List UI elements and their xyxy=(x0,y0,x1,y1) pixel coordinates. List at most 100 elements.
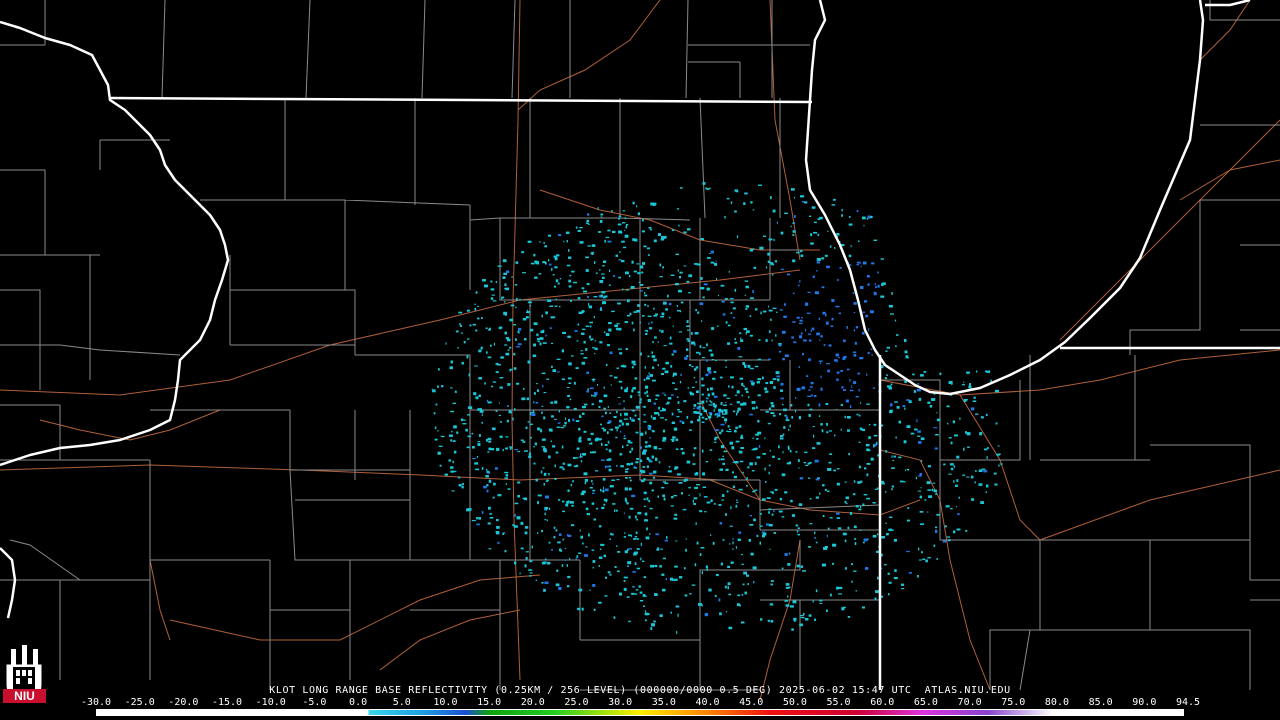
echo-pixel xyxy=(566,501,570,504)
echo-pixel xyxy=(836,371,840,374)
echo-pixel xyxy=(950,508,953,510)
echo-pixel xyxy=(651,623,655,627)
echo-pixel xyxy=(467,338,470,340)
echo-pixel xyxy=(478,377,482,380)
echo-pixel xyxy=(691,341,695,345)
echo-pixel xyxy=(810,382,814,385)
echo-pixel xyxy=(850,244,852,248)
echo-pixel xyxy=(643,605,645,607)
echo-pixel xyxy=(838,593,842,595)
echo-pixel xyxy=(522,497,526,499)
echo-pixel xyxy=(697,402,701,405)
echo-pixel xyxy=(512,417,514,421)
echo-pixel xyxy=(752,209,755,211)
echo-pixel xyxy=(639,591,643,594)
echo-pixel xyxy=(581,332,585,335)
echo-pixel xyxy=(886,374,888,376)
echo-pixel xyxy=(647,375,650,378)
echo-pixel xyxy=(762,453,766,455)
echo-pixel xyxy=(646,465,649,468)
echo-pixel xyxy=(770,580,774,582)
echo-pixel xyxy=(834,359,838,362)
echo-pixel xyxy=(729,543,731,545)
echo-pixel xyxy=(620,430,622,433)
echo-pixel xyxy=(881,283,884,286)
echo-pixel xyxy=(607,440,610,443)
echo-pixel xyxy=(468,373,470,377)
echo-pixel xyxy=(643,449,647,452)
echo-pixel xyxy=(559,305,561,308)
echo-pixel xyxy=(496,526,500,529)
echo-pixel xyxy=(594,261,596,264)
echo-pixel xyxy=(686,460,691,464)
echo-pixel xyxy=(633,311,637,313)
echo-pixel xyxy=(725,611,728,613)
echo-pixel xyxy=(855,396,859,398)
echo-pixel xyxy=(842,357,846,360)
echo-pixel xyxy=(599,280,604,283)
echo-pixel xyxy=(695,381,698,383)
echo-pixel xyxy=(665,361,669,364)
echo-pixel xyxy=(612,503,616,505)
echo-pixel xyxy=(502,532,504,535)
echo-pixel xyxy=(608,458,612,461)
echo-pixel xyxy=(772,307,777,309)
echo-pixel xyxy=(652,476,655,479)
echo-pixel xyxy=(625,422,629,426)
echo-pixel xyxy=(760,618,763,621)
echo-pixel xyxy=(832,543,837,547)
echo-pixel xyxy=(788,461,791,465)
echo-pixel xyxy=(608,443,610,445)
echo-pixel xyxy=(459,323,461,326)
echo-pixel xyxy=(664,394,667,396)
echo-pixel xyxy=(463,341,466,344)
echo-pixel xyxy=(770,412,775,414)
echo-pixel xyxy=(778,344,782,347)
echo-pixel xyxy=(677,401,680,404)
echo-pixel xyxy=(715,360,717,362)
echo-pixel xyxy=(637,538,639,540)
echo-pixel xyxy=(599,220,603,223)
echo-pixel xyxy=(499,421,503,423)
echo-pixel xyxy=(861,428,866,431)
echo-pixel xyxy=(599,438,602,441)
echo-pixel xyxy=(732,317,736,319)
echo-pixel xyxy=(997,445,1000,447)
echo-pixel xyxy=(826,431,829,434)
echo-pixel xyxy=(591,549,595,551)
echo-pixel xyxy=(589,443,592,445)
radar-map[interactable] xyxy=(0,0,1280,720)
echo-pixel xyxy=(636,518,638,521)
echo-pixel xyxy=(780,382,784,386)
echo-pixel xyxy=(793,341,797,343)
echo-pixel xyxy=(665,403,669,405)
echo-pixel xyxy=(789,450,792,453)
echo-pixel xyxy=(546,519,548,522)
echo-pixel xyxy=(626,502,629,505)
scale-tick-label: 5.0 xyxy=(392,697,411,708)
echo-pixel xyxy=(534,260,538,263)
reflectivity-colorbar xyxy=(96,709,1184,716)
echo-pixel xyxy=(551,342,553,344)
echo-pixel xyxy=(768,305,769,308)
echo-pixel xyxy=(577,607,581,611)
echo-pixel xyxy=(561,349,564,353)
echo-pixel xyxy=(525,316,529,319)
echo-pixel xyxy=(549,305,553,307)
echo-pixel xyxy=(585,256,589,259)
echo-pixel xyxy=(489,512,492,515)
echo-pixel xyxy=(603,260,607,263)
echo-pixel xyxy=(451,490,455,492)
echo-pixel xyxy=(847,526,850,529)
echo-pixel xyxy=(599,525,602,528)
echo-pixel xyxy=(749,380,754,382)
echo-pixel xyxy=(639,432,644,436)
echo-pixel xyxy=(657,547,660,549)
echo-pixel xyxy=(544,509,547,511)
echo-pixel xyxy=(807,395,811,397)
echo-pixel xyxy=(923,371,927,373)
echo-pixel xyxy=(863,494,868,496)
echo-pixel xyxy=(706,359,708,362)
echo-pixel xyxy=(514,502,519,505)
echo-pixel xyxy=(528,569,533,571)
